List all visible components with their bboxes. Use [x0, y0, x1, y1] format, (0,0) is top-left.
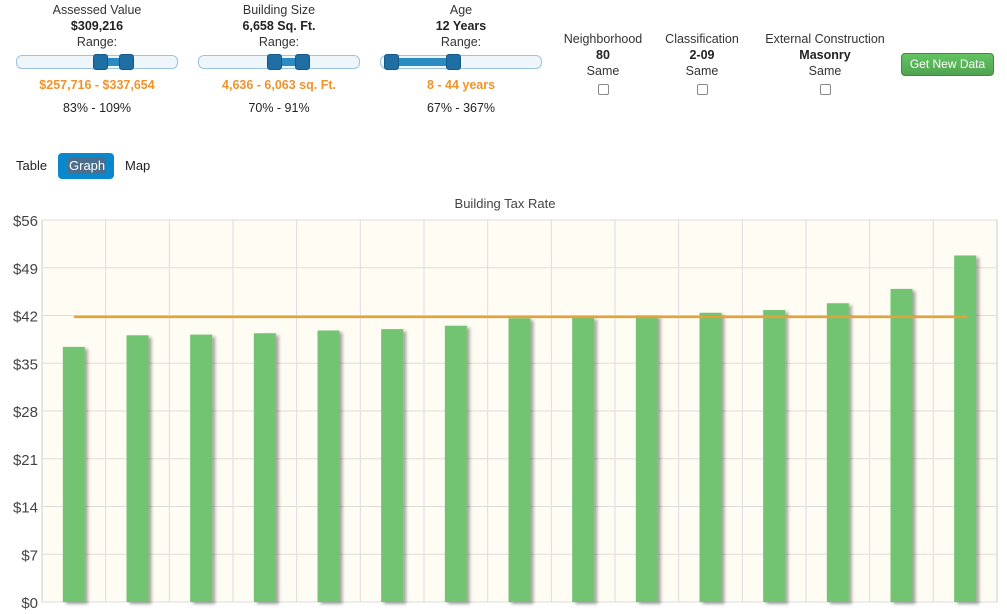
y-tick-label: $35 [13, 356, 38, 373]
attr-label: Classification [665, 32, 739, 46]
y-tick-label: $0 [21, 595, 38, 612]
y-axis-ticks: $0 $7 $14 $21 $28 $35 $42 $49 $56 [13, 213, 38, 612]
assessed-value-slider[interactable] [16, 54, 178, 70]
age-percent: 67% - 367% [426, 101, 496, 115]
building-tax-rate-chart: $0 $7 $14 $21 $28 $35 $42 $49 $56 Building Tax R… [13, 196, 998, 612]
attr-value: 80 [596, 48, 610, 62]
attr-label: External Construction [765, 32, 885, 46]
slider-min-handle[interactable] [93, 54, 109, 70]
attr-label: Neighborhood [563, 32, 643, 46]
filter-range-label: Range: [258, 35, 300, 49]
tab-map[interactable]: Map [115, 153, 160, 179]
bar[interactable] [954, 255, 977, 602]
filter-value: 6,658 Sq. Ft. [242, 19, 316, 33]
building-size-range: 4,636 - 6,063 sq. Ft. [222, 78, 336, 92]
assessed-value-range: $257,716 - $337,654 [39, 78, 155, 92]
bar[interactable] [253, 333, 276, 602]
attr-value: Masonry [799, 48, 851, 62]
filter-range-label: Range: [440, 35, 482, 49]
bar[interactable] [317, 330, 340, 602]
filter-value: $309,216 [70, 19, 124, 33]
slider-max-handle[interactable] [445, 54, 461, 70]
attr-match: Same [808, 64, 842, 78]
bar[interactable] [826, 303, 849, 602]
y-tick-label: $21 [13, 452, 38, 469]
y-tick-label: $56 [13, 213, 38, 230]
assessed-value-percent: 83% - 109% [62, 101, 132, 115]
bar[interactable] [572, 317, 595, 602]
bar[interactable] [508, 318, 531, 602]
bar[interactable] [444, 325, 467, 602]
get-new-data-button[interactable]: Get New Data [901, 53, 994, 76]
attr-match: Same [586, 64, 620, 78]
bar[interactable] [126, 335, 149, 602]
bar[interactable] [699, 312, 722, 602]
filter-header: Assessed Value $309,216 Range: [12, 2, 182, 50]
tab-table[interactable]: Table [6, 153, 57, 179]
attr-external-construction: External Construction Masonry Same [756, 31, 894, 95]
age-range: 8 - 44 years [426, 78, 496, 92]
tab-graph[interactable]: Graph [58, 153, 114, 179]
slider-range-fill [392, 58, 454, 66]
filter-label: Age [449, 3, 473, 17]
y-tick-label: $28 [13, 404, 38, 421]
filter-header: Building Size 6,658 Sq. Ft. Range: [194, 2, 364, 50]
tab-graph-label: Graph [68, 157, 107, 174]
bar[interactable] [763, 310, 786, 602]
bar[interactable] [190, 334, 213, 602]
y-tick-label: $42 [13, 309, 38, 326]
attr-value: 2-09 [689, 48, 715, 62]
slider-min-handle[interactable] [267, 54, 283, 70]
attr-match: Same [685, 64, 719, 78]
bar[interactable] [635, 315, 658, 603]
filter-value: 12 Years [435, 19, 487, 33]
age-slider[interactable] [380, 54, 542, 70]
attr-neighborhood: Neighborhood 80 Same [558, 31, 648, 95]
filter-header: Age 12 Years Range: [376, 2, 546, 50]
y-tick-label: $7 [21, 547, 38, 564]
y-tick-label: $49 [13, 261, 38, 278]
filter-range-label: Range: [76, 35, 118, 49]
filter-label: Assessed Value [52, 3, 142, 17]
filter-label: Building Size [242, 3, 316, 17]
classification-checkbox[interactable] [696, 84, 708, 95]
external-construction-checkbox[interactable] [819, 84, 831, 95]
building-size-slider[interactable] [198, 54, 360, 70]
slider-max-handle[interactable] [119, 54, 135, 70]
chart-title: Building Tax Rate [455, 196, 556, 211]
building-size-percent: 70% - 91% [248, 101, 310, 115]
slider-min-handle[interactable] [384, 54, 400, 70]
slider-max-handle[interactable] [294, 54, 310, 70]
y-tick-label: $14 [13, 500, 38, 517]
neighborhood-checkbox[interactable] [597, 84, 609, 95]
bar[interactable] [62, 346, 85, 602]
bar[interactable] [890, 288, 913, 602]
bar[interactable] [381, 329, 404, 602]
attr-classification: Classification 2-09 Same [658, 31, 746, 95]
